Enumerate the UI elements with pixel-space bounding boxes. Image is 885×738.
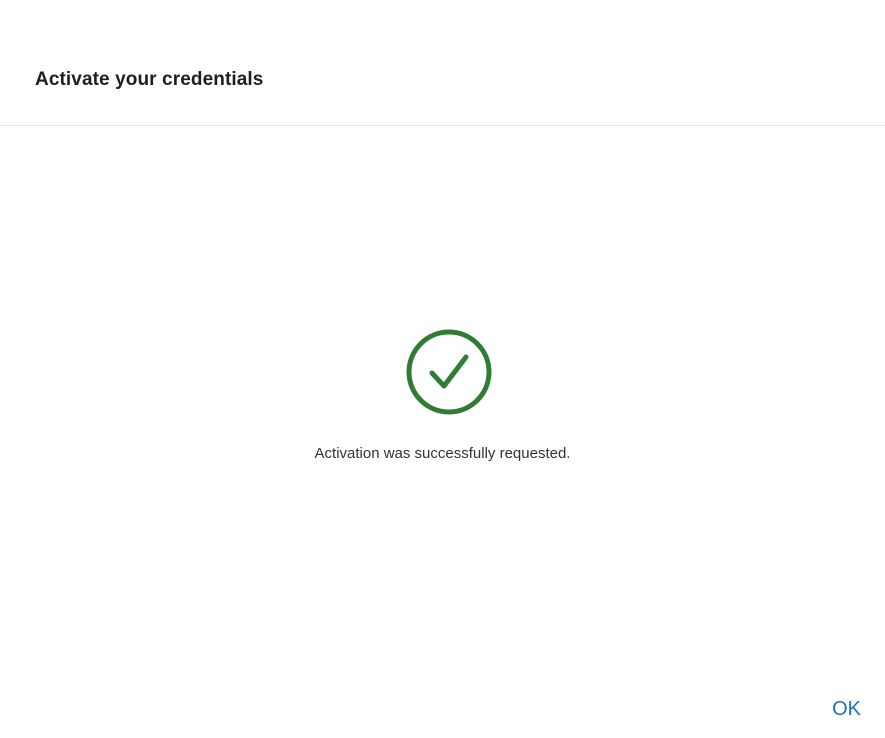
check-circle-icon: [405, 328, 493, 416]
dialog-title: Activate your credentials: [35, 69, 264, 90]
dialog-header: Activate your credentials: [0, 0, 885, 126]
activation-dialog: Activate your credentials Activation was…: [0, 0, 885, 738]
ok-button[interactable]: OK: [826, 695, 867, 723]
status-message: Activation was successfully requested.: [314, 445, 571, 462]
